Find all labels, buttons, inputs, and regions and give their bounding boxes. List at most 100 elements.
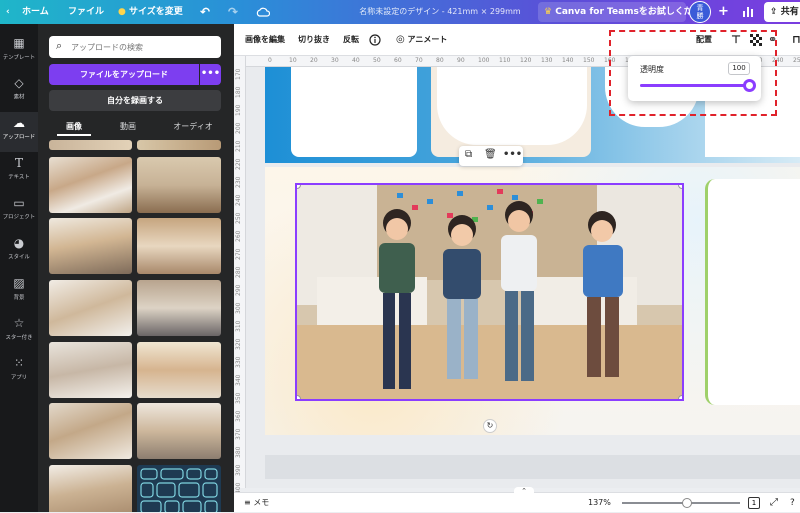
lock-icon[interactable]: ⊓ bbox=[792, 24, 800, 56]
rail-item-text[interactable]: T テキスト bbox=[0, 152, 38, 192]
info-icon[interactable] bbox=[369, 24, 381, 56]
ruler-tick-label: 340 bbox=[235, 374, 242, 386]
ruler-tick-label: 100 bbox=[478, 57, 490, 64]
rail-item-templates[interactable]: ▦ テンプレート bbox=[0, 32, 38, 72]
expand-pages-button[interactable]: ⌃ bbox=[514, 487, 534, 495]
document-title[interactable]: 名称未設定のデザイン - 421mm × 299mm bbox=[340, 0, 540, 24]
resize-handle[interactable] bbox=[678, 185, 682, 189]
search-input[interactable] bbox=[71, 39, 211, 55]
upload-thumbnail[interactable] bbox=[137, 280, 221, 336]
next-page[interactable] bbox=[265, 455, 800, 479]
file-menu[interactable]: ファイル bbox=[68, 0, 104, 24]
rounded-frame[interactable] bbox=[291, 67, 417, 157]
upload-file-button[interactable]: ファイルをアップロード bbox=[49, 64, 199, 85]
selected-photo-frame[interactable] bbox=[295, 183, 684, 401]
ruler-tick-label: 260 bbox=[235, 230, 242, 242]
ruler-tick-label: 120 bbox=[520, 57, 532, 64]
back-chevron-icon[interactable]: ‹ bbox=[6, 0, 10, 24]
frame-grid-graphic bbox=[140, 468, 218, 512]
tab-images[interactable]: 画像 bbox=[57, 120, 91, 136]
edit-image-button[interactable]: 画像を編集 bbox=[245, 24, 285, 56]
upload-thumbnail[interactable] bbox=[49, 403, 132, 459]
rail-item-uploads[interactable]: ☁ アップロード bbox=[0, 112, 38, 152]
zoom-level[interactable]: 137% bbox=[588, 493, 611, 513]
animate-button[interactable]: ◎ アニメート bbox=[396, 24, 447, 56]
rail-label: 背景 bbox=[13, 294, 25, 301]
ruler-tick-label: 390 bbox=[235, 464, 242, 476]
avatar[interactable]: 青 勝 bbox=[689, 1, 711, 23]
tab-videos[interactable]: 動画 bbox=[113, 120, 143, 136]
ruler-tick-label: 20 bbox=[310, 57, 318, 64]
rail-item-projects[interactable]: ▭ プロジェクト bbox=[0, 192, 38, 232]
rail-item-elements[interactable]: ◇ 素材 bbox=[0, 72, 38, 112]
ruler-tick-label: 180 bbox=[235, 86, 242, 98]
ruler-tick-label: 80 bbox=[436, 57, 444, 64]
rail-label: スター付き bbox=[5, 334, 33, 341]
upload-thumbnail[interactable] bbox=[137, 218, 221, 274]
ruler-tick-label: 370 bbox=[235, 428, 242, 440]
duplicate-icon[interactable]: ⧉ bbox=[465, 149, 472, 160]
crown-icon: ♛ bbox=[544, 7, 553, 17]
upload-thumbnail[interactable] bbox=[137, 342, 221, 398]
crown-icon: ● bbox=[118, 7, 126, 17]
upload-thumbnail[interactable] bbox=[137, 140, 221, 150]
ruler-tick-label: 350 bbox=[235, 392, 242, 404]
ruler-left: 170 180 190 200 210 220 230 240 250 260 270 280 290 3… bbox=[234, 56, 246, 494]
tab-audio[interactable]: オーディオ bbox=[167, 120, 219, 136]
upload-thumbnail[interactable] bbox=[49, 218, 132, 274]
teams-promo-button[interactable]: ♛ Canva for Teamsをお試しください bbox=[538, 2, 711, 22]
analytics-icon[interactable] bbox=[742, 0, 754, 24]
add-collaborator-button[interactable]: + bbox=[718, 0, 729, 24]
notes-label: メモ bbox=[253, 498, 270, 507]
zoom-slider[interactable] bbox=[622, 498, 740, 508]
rotate-handle[interactable]: ↻ bbox=[483, 419, 497, 433]
cloud-icon[interactable] bbox=[256, 0, 271, 24]
home-link[interactable]: ホーム bbox=[22, 0, 49, 24]
rail-label: アプリ bbox=[10, 374, 28, 381]
resize-handle[interactable] bbox=[297, 395, 301, 399]
flip-button[interactable]: 反転 bbox=[343, 24, 359, 56]
undo-icon[interactable]: ↶ bbox=[200, 0, 210, 24]
resize-label: サイズを変更 bbox=[129, 7, 183, 17]
ruler-tick-label: 0 bbox=[268, 57, 272, 64]
upload-thumbnail[interactable] bbox=[137, 403, 221, 459]
apps-icon: ⁙ bbox=[13, 356, 25, 370]
upload-thumbnail[interactable] bbox=[49, 140, 132, 150]
delete-icon[interactable]: 🗑︎ bbox=[484, 149, 497, 160]
fullscreen-icon[interactable]: ⤢ bbox=[770, 493, 778, 513]
rail-item-background[interactable]: ▨ 背景 bbox=[0, 272, 38, 312]
record-yourself-button[interactable]: 自分を録画する bbox=[49, 90, 221, 111]
rail-label: プロジェクト bbox=[2, 214, 36, 221]
teams-promo-label: Canva for Teamsをお試しください bbox=[555, 7, 711, 17]
search-box[interactable]: ⌕ bbox=[49, 36, 221, 58]
resize-handle[interactable] bbox=[678, 395, 682, 399]
page-count-button[interactable]: 1 bbox=[748, 497, 760, 509]
resize-button[interactable]: ● サイズを変更 bbox=[118, 0, 183, 24]
frame-template-thumbnail[interactable] bbox=[137, 465, 221, 512]
rail-label: テキスト bbox=[8, 174, 30, 181]
share-button[interactable]: ⇪ 共有 bbox=[764, 2, 800, 22]
upload-more-button[interactable]: ••• bbox=[200, 64, 221, 85]
upload-thumbnail[interactable] bbox=[137, 157, 221, 213]
zoom-slider-thumb[interactable] bbox=[681, 498, 692, 508]
star-icon: ☆ bbox=[13, 316, 25, 330]
upload-thumbnail[interactable] bbox=[49, 465, 132, 512]
crop-button[interactable]: 切り抜き bbox=[298, 24, 330, 56]
rail-item-apps[interactable]: ⁙ アプリ bbox=[0, 352, 38, 392]
rail-item-starred[interactable]: ☆ スター付き bbox=[0, 312, 38, 352]
rail-label: アップロード bbox=[2, 134, 36, 141]
upload-thumbnail[interactable] bbox=[49, 342, 132, 398]
help-icon[interactable]: ? bbox=[790, 493, 795, 513]
rounded-frame[interactable] bbox=[431, 67, 591, 157]
upload-thumbnail[interactable] bbox=[49, 157, 132, 213]
upload-thumbnail[interactable] bbox=[49, 280, 132, 336]
more-options-icon[interactable]: ••• bbox=[503, 149, 522, 160]
notes-button[interactable]: ≡ メモ bbox=[244, 493, 269, 513]
ruler-tick-label: 200 bbox=[235, 122, 242, 134]
rail-label: スタイル bbox=[8, 254, 30, 261]
redo-icon[interactable]: ↷ bbox=[228, 0, 238, 24]
animate-icon: ◎ bbox=[396, 34, 405, 45]
ruler-tick-label: 250 bbox=[793, 57, 800, 64]
rail-item-styles[interactable]: ◕ スタイル bbox=[0, 232, 38, 272]
rounded-frame[interactable] bbox=[705, 179, 800, 405]
